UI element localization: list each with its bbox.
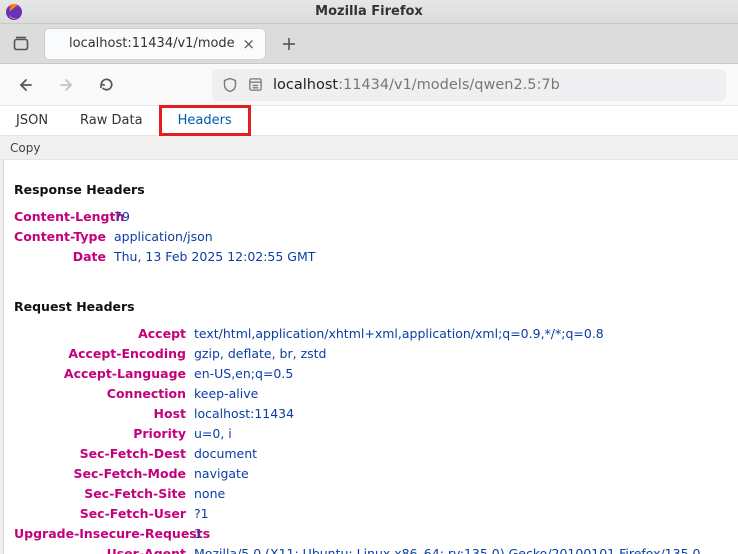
header-value: application/json <box>114 227 728 247</box>
header-value: 79 <box>114 207 728 227</box>
header-name: Sec-Fetch-User <box>14 504 194 524</box>
reload-button[interactable] <box>92 71 120 99</box>
url-rest: :11434/v1/models/qwen2.5:7b <box>338 77 560 93</box>
header-value: localhost:11434 <box>194 404 728 424</box>
header-name: Sec-Fetch-Site <box>14 484 194 504</box>
request-headers-title: Request Headers <box>14 299 728 314</box>
header-name: Content-Type <box>14 227 114 247</box>
tab-json[interactable]: JSON <box>0 106 64 135</box>
header-row: Sec-Fetch-Modenavigate <box>14 464 728 484</box>
header-name: User-Agent <box>14 544 194 554</box>
header-value: ?1 <box>194 504 728 524</box>
header-name: Priority <box>14 424 194 444</box>
header-name: Connection <box>14 384 194 404</box>
header-value: document <box>194 444 728 464</box>
browser-tab[interactable]: localhost:11434/v1/mode × <box>44 28 266 60</box>
content-area: Response Headers Content-Length79Content… <box>0 160 738 554</box>
header-row: Accepttext/html,application/xhtml+xml,ap… <box>14 324 728 344</box>
header-name: Host <box>14 404 194 424</box>
json-viewer-toolbar: Copy <box>0 136 738 160</box>
tab-headers[interactable]: Headers <box>159 105 251 136</box>
url-host: localhost <box>273 77 338 93</box>
header-value: en-US,en;q=0.5 <box>194 364 728 384</box>
response-headers-list: Content-Length79Content-Typeapplication/… <box>14 207 728 267</box>
url-text: localhost:11434/v1/models/qwen2.5:7b <box>273 77 560 93</box>
request-headers-list: Accepttext/html,application/xhtml+xml,ap… <box>14 324 728 554</box>
header-row: Sec-Fetch-User?1 <box>14 504 728 524</box>
header-name: Accept-Language <box>14 364 194 384</box>
tab-label: localhost:11434/v1/mode <box>69 36 235 51</box>
header-value: 1 <box>194 524 728 544</box>
header-name: Accept <box>14 324 194 344</box>
tab-raw-data[interactable]: Raw Data <box>64 106 159 135</box>
header-value: u=0, i <box>194 424 728 444</box>
header-row: Sec-Fetch-Sitenone <box>14 484 728 504</box>
header-row: Sec-Fetch-Destdocument <box>14 444 728 464</box>
header-name: Sec-Fetch-Mode <box>14 464 194 484</box>
header-value: Mozilla/5.0 (X11; Ubuntu; Linux x86_64; … <box>194 544 728 554</box>
recent-browsing-button[interactable] <box>6 30 36 58</box>
header-name: Date <box>14 247 114 267</box>
header-row: Content-Length79 <box>14 207 728 227</box>
header-value: none <box>194 484 728 504</box>
nav-toolbar: localhost:11434/v1/models/qwen2.5:7b <box>0 64 738 106</box>
shield-icon[interactable] <box>222 77 238 93</box>
header-name: Sec-Fetch-Dest <box>14 444 194 464</box>
header-row: Accept-Encodinggzip, deflate, br, zstd <box>14 344 728 364</box>
new-tab-button[interactable] <box>274 29 304 59</box>
header-value: text/html,application/xhtml+xml,applicat… <box>194 324 728 344</box>
tab-strip: localhost:11434/v1/mode × <box>0 24 738 64</box>
header-value: Thu, 13 Feb 2025 12:02:55 GMT <box>114 247 728 267</box>
header-row: Upgrade-Insecure-Requests1 <box>14 524 728 544</box>
header-row: DateThu, 13 Feb 2025 12:02:55 GMT <box>14 247 728 267</box>
header-value: gzip, deflate, br, zstd <box>194 344 728 364</box>
header-row: Content-Typeapplication/json <box>14 227 728 247</box>
json-viewer-tabs: JSON Raw Data Headers <box>0 106 738 136</box>
window-titlebar: Mozilla Firefox <box>0 0 738 24</box>
header-row: Accept-Languageen-US,en;q=0.5 <box>14 364 728 384</box>
header-name: Content-Length <box>14 207 114 227</box>
header-row: Priorityu=0, i <box>14 424 728 444</box>
header-row: Connectionkeep-alive <box>14 384 728 404</box>
window-title: Mozilla Firefox <box>0 4 738 19</box>
header-row: User-AgentMozilla/5.0 (X11; Ubuntu; Linu… <box>14 544 728 554</box>
firefox-app-icon <box>4 2 24 22</box>
header-name: Accept-Encoding <box>14 344 194 364</box>
close-tab-icon[interactable]: × <box>241 36 257 52</box>
response-headers-title: Response Headers <box>14 182 728 197</box>
header-name: Upgrade-Insecure-Requests <box>14 524 194 544</box>
site-info-icon[interactable] <box>248 77 263 92</box>
copy-button[interactable]: Copy <box>10 141 40 155</box>
header-value: navigate <box>194 464 728 484</box>
headers-panel: Response Headers Content-Length79Content… <box>4 160 738 554</box>
header-value: keep-alive <box>194 384 728 404</box>
url-bar[interactable]: localhost:11434/v1/models/qwen2.5:7b <box>212 69 726 101</box>
back-button[interactable] <box>12 71 40 99</box>
forward-button[interactable] <box>52 71 80 99</box>
header-row: Hostlocalhost:11434 <box>14 404 728 424</box>
